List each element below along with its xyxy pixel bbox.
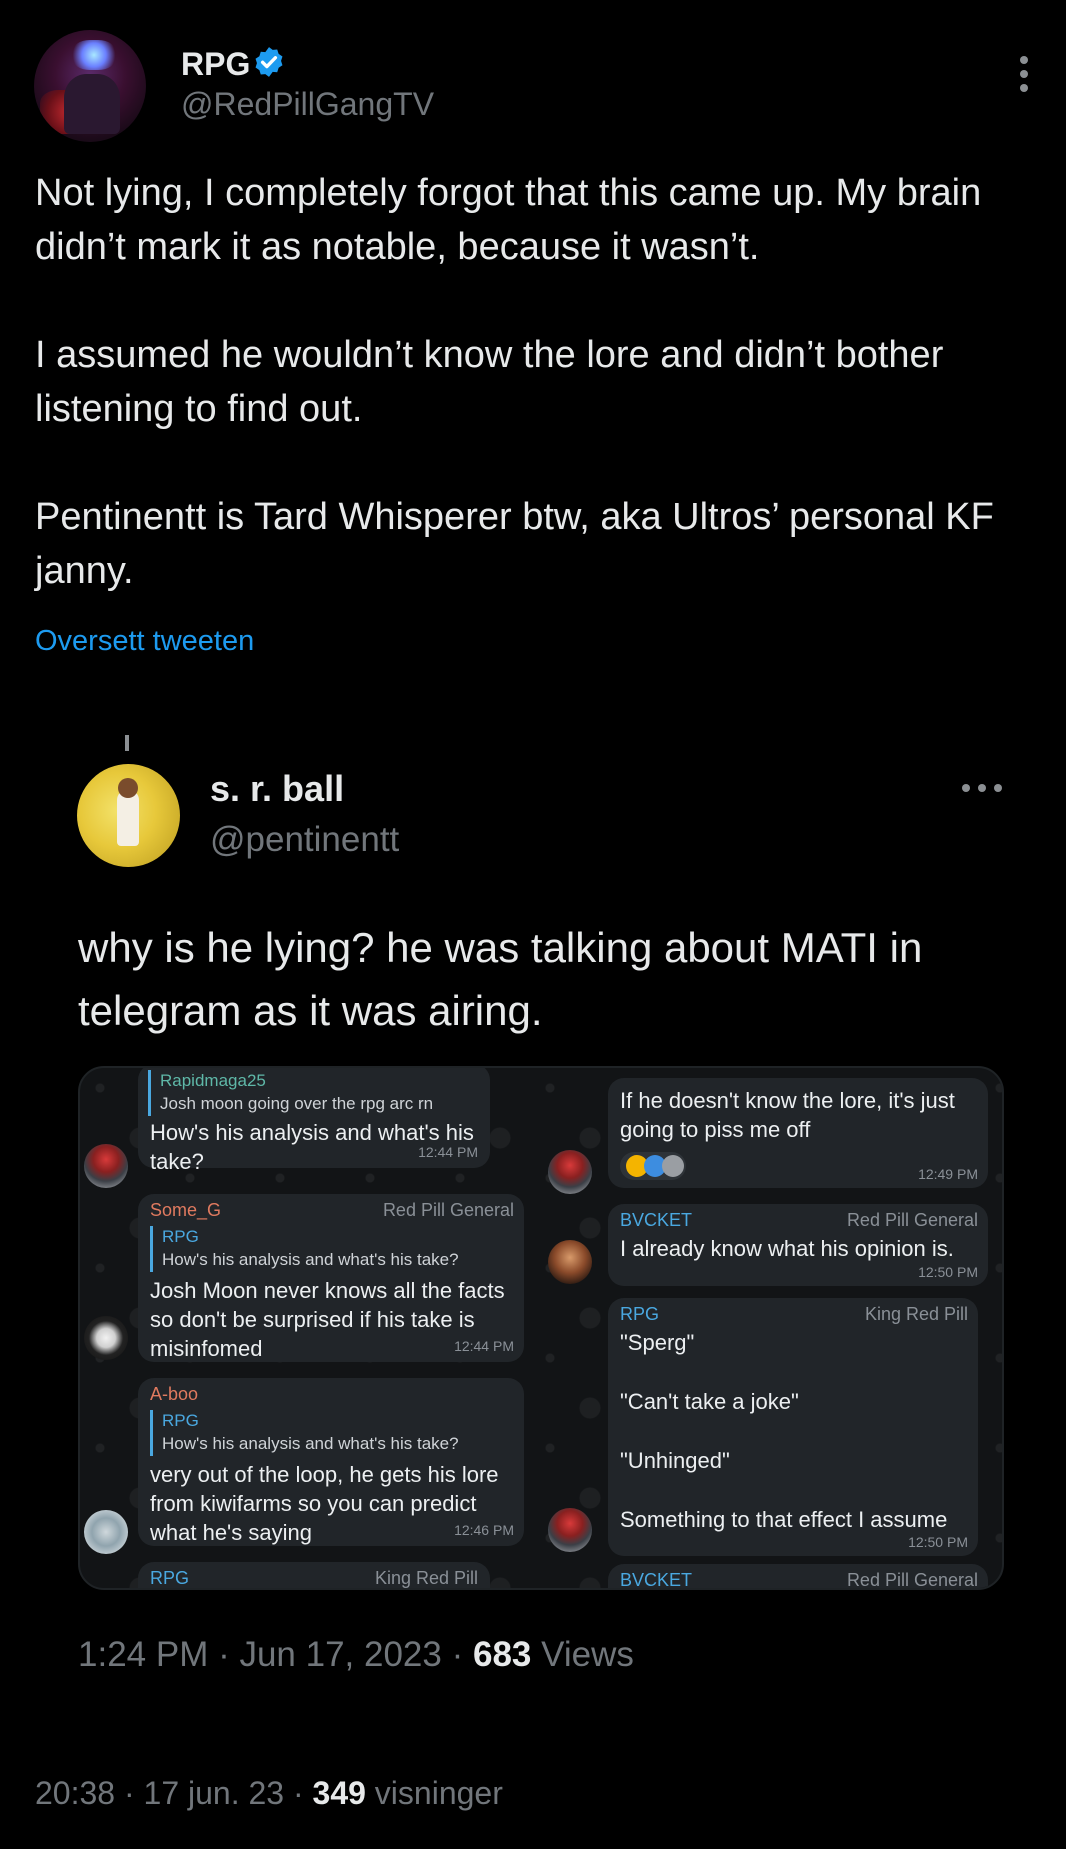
- message-line: "Sperg": [620, 1330, 695, 1355]
- sender-avatar: [548, 1508, 592, 1552]
- message-time: 12:50 PM: [908, 1534, 968, 1550]
- message-line: Something to that effect I assume: [620, 1507, 948, 1532]
- message-time: 12:50 PM: [918, 1264, 978, 1280]
- message-time: 12:49 PM: [918, 1166, 978, 1182]
- quoted-time[interactable]: 1:24 PM: [78, 1635, 208, 1674]
- message-time: 12:44 PM: [454, 1338, 514, 1354]
- chat-message: RPG King Red Pill "Sperg" "Can't take a …: [608, 1298, 978, 1556]
- tweet-paragraph: Not lying, I completely forgot that this…: [35, 172, 982, 268]
- sender-avatar: [548, 1240, 592, 1284]
- tweet-date[interactable]: 17 jun. 23: [144, 1775, 285, 1811]
- message-sender: A-boo: [150, 1384, 199, 1404]
- avatar-detail: [72, 40, 116, 70]
- sender-avatar: [84, 1144, 128, 1188]
- reply-quote: Rapidmaga25 Josh moon going over the rpg…: [148, 1070, 433, 1116]
- message-line: going to piss me off: [620, 1117, 811, 1142]
- quoted-author-name[interactable]: s. r. ball: [210, 768, 344, 810]
- thread-connector: [125, 735, 129, 751]
- quoted-author-avatar[interactable]: [77, 764, 180, 867]
- tweet-text: Not lying, I completely forgot that this…: [35, 166, 1045, 652]
- message-text: very out of the loop, he gets his lore f…: [150, 1460, 499, 1547]
- reply-text: How's his analysis and what's his take?: [162, 1250, 459, 1269]
- chat-message: Some_G Red Pill General RPG How's his an…: [138, 1194, 524, 1362]
- member-tag: Red Pill General: [846, 1210, 978, 1230]
- quoted-tweet-text: why is he lying? he was talking about MA…: [78, 924, 923, 1034]
- chat-message: If he doesn't know the lore, it's just g…: [608, 1078, 988, 1188]
- reply-author: RPG: [162, 1227, 199, 1246]
- quoted-date[interactable]: Jun 17, 2023: [239, 1635, 441, 1674]
- message-line: from kiwifarms so you can predict: [150, 1491, 477, 1516]
- message-text: If he doesn't know the lore, it's just g…: [620, 1086, 955, 1144]
- tweet-meta: 20:38 · 17 jun. 23 · 349 visninger: [35, 1775, 503, 1811]
- message-line: Josh Moon never knows all the facts: [150, 1278, 505, 1303]
- translate-link[interactable]: Oversett tweeten: [35, 625, 254, 658]
- quoted-author-handle[interactable]: @pentinentt: [210, 820, 399, 860]
- quoted-views-label: Views: [541, 1635, 634, 1674]
- member-tag: Red Pill General: [382, 1200, 514, 1220]
- tweet-views-count: 349: [312, 1775, 366, 1811]
- member-tag: King Red Pill: [374, 1568, 478, 1588]
- message-sender: RPG: [620, 1304, 660, 1324]
- message-sender: RPG: [150, 1568, 190, 1588]
- message-line: "Can't take a joke": [620, 1389, 799, 1414]
- more-horizontal-icon[interactable]: [962, 784, 1002, 794]
- reply-author: RPG: [162, 1411, 199, 1430]
- tweet-paragraph: I assumed he wouldn’t know the lore and …: [35, 334, 944, 430]
- reactor-avatar: [662, 1155, 684, 1177]
- message-reactions[interactable]: [620, 1152, 686, 1180]
- sender-avatar: [84, 1510, 128, 1554]
- member-tag: King Red Pill: [864, 1304, 968, 1324]
- tweet-views-label: visninger: [374, 1775, 503, 1811]
- author-handle[interactable]: @RedPillGangTV: [181, 86, 434, 123]
- tweet-time[interactable]: 20:38: [35, 1775, 115, 1811]
- message-line: so don't be surprised if his take is: [150, 1307, 475, 1332]
- message-time: 12:46 PM: [454, 1522, 514, 1538]
- more-vertical-icon[interactable]: [1014, 56, 1034, 96]
- author-avatar[interactable]: [34, 30, 146, 142]
- sender-avatar: [548, 1150, 592, 1194]
- message-sender: Some_G: [150, 1200, 222, 1220]
- reply-text: Josh moon going over the rpg arc rn: [160, 1094, 434, 1113]
- reply-quote: RPG How's his analysis and what's his ta…: [150, 1410, 459, 1456]
- avatar-detail: [64, 74, 120, 134]
- reply-quote: RPG How's his analysis and what's his ta…: [150, 1226, 459, 1272]
- message-text: Josh Moon never knows all the facts so d…: [150, 1276, 505, 1363]
- reply-text: How's his analysis and what's his take?: [162, 1434, 459, 1453]
- tweet-paragraph: Pentinentt is Tard Whisperer btw, aka Ul…: [35, 496, 994, 592]
- message-line: "Unhinged": [620, 1448, 730, 1473]
- message-line: If he doesn't know the lore, it's just: [620, 1088, 955, 1113]
- message-line: misinfomed: [150, 1336, 263, 1361]
- message-text: "Sperg" "Can't take a joke" "Unhinged" S…: [620, 1328, 947, 1534]
- reply-author: Rapidmaga25: [160, 1071, 266, 1090]
- author-name[interactable]: RPG: [181, 46, 250, 83]
- message-line: How's his analysis and what's his: [150, 1120, 474, 1145]
- sender-avatar: [84, 1316, 128, 1360]
- message-line: very out of the loop, he gets his lore: [150, 1462, 499, 1487]
- message-line: I already know what his opinion is.: [620, 1236, 954, 1261]
- message-text: I already know what his opinion is.: [620, 1234, 954, 1263]
- quoted-tweet-meta: 1:24 PM · Jun 17, 2023 · 683 Views: [78, 1635, 634, 1674]
- avatar-detail: [117, 790, 139, 846]
- chat-message: RPG King Red Pill: [138, 1562, 490, 1588]
- chat-message: Rapidmaga25 Josh moon going over the rpg…: [138, 1068, 490, 1174]
- message-sender: BVCKET: [620, 1570, 693, 1590]
- member-tag: Red Pill General: [846, 1570, 978, 1590]
- attached-image[interactable]: Rapidmaga25 Josh moon going over the rpg…: [78, 1066, 1004, 1590]
- message-line: what he's saying: [150, 1520, 312, 1545]
- verified-badge-icon: [255, 47, 283, 77]
- chat-message: A-boo RPG How's his analysis and what's …: [138, 1378, 524, 1546]
- message-sender: BVCKET: [620, 1210, 693, 1230]
- avatar-detail: [118, 778, 138, 798]
- quoted-views-count: 683: [472, 1635, 532, 1674]
- message-time: 12:44 PM: [418, 1144, 478, 1160]
- chat-message: BVCKET Red Pill General: [608, 1564, 988, 1590]
- chat-message: BVCKET Red Pill General I already know w…: [608, 1204, 988, 1286]
